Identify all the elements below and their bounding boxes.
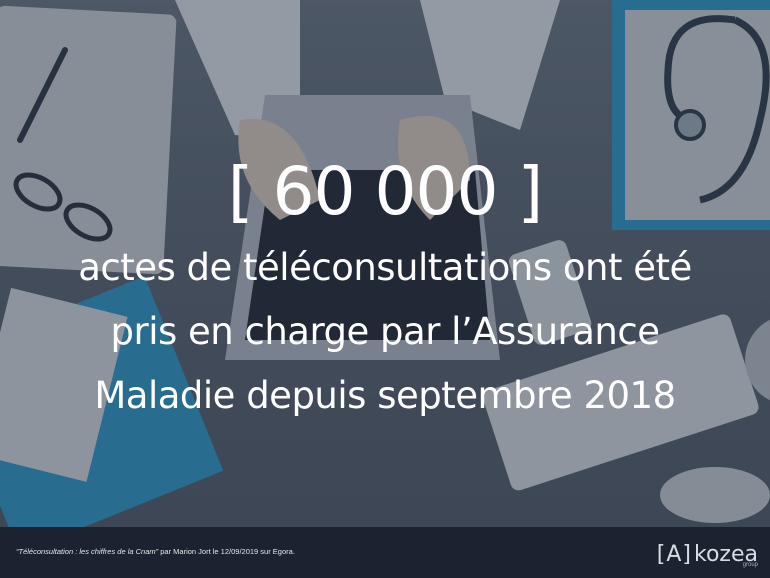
headline-block: [ 60 000 ] actes de téléconsultations on… — [0, 150, 770, 428]
logo-mark: [A] — [656, 541, 693, 567]
statistic-number: [ 60 000 ] — [227, 153, 543, 230]
source-citation: “Téléconsultation : les chiffres de la C… — [16, 547, 295, 556]
slide: [ 60 000 ] actes de téléconsultations on… — [0, 0, 770, 578]
caption-line-2: pris en charge par l’Assurance — [110, 310, 660, 353]
source-details: par Marion Jort le 12/09/2019 sur Egora. — [158, 547, 295, 556]
caption-line-3: Maladie depuis septembre 2018 — [94, 374, 676, 417]
source-title: “Téléconsultation : les chiffres de la C… — [16, 547, 159, 556]
statistic-caption: actes de téléconsultations ont été pris … — [0, 236, 770, 428]
caption-line-1: actes de téléconsultations ont été — [78, 246, 692, 289]
logo-subtitle: group — [742, 562, 758, 568]
kozea-logo: [A] kozea group — [657, 534, 758, 574]
